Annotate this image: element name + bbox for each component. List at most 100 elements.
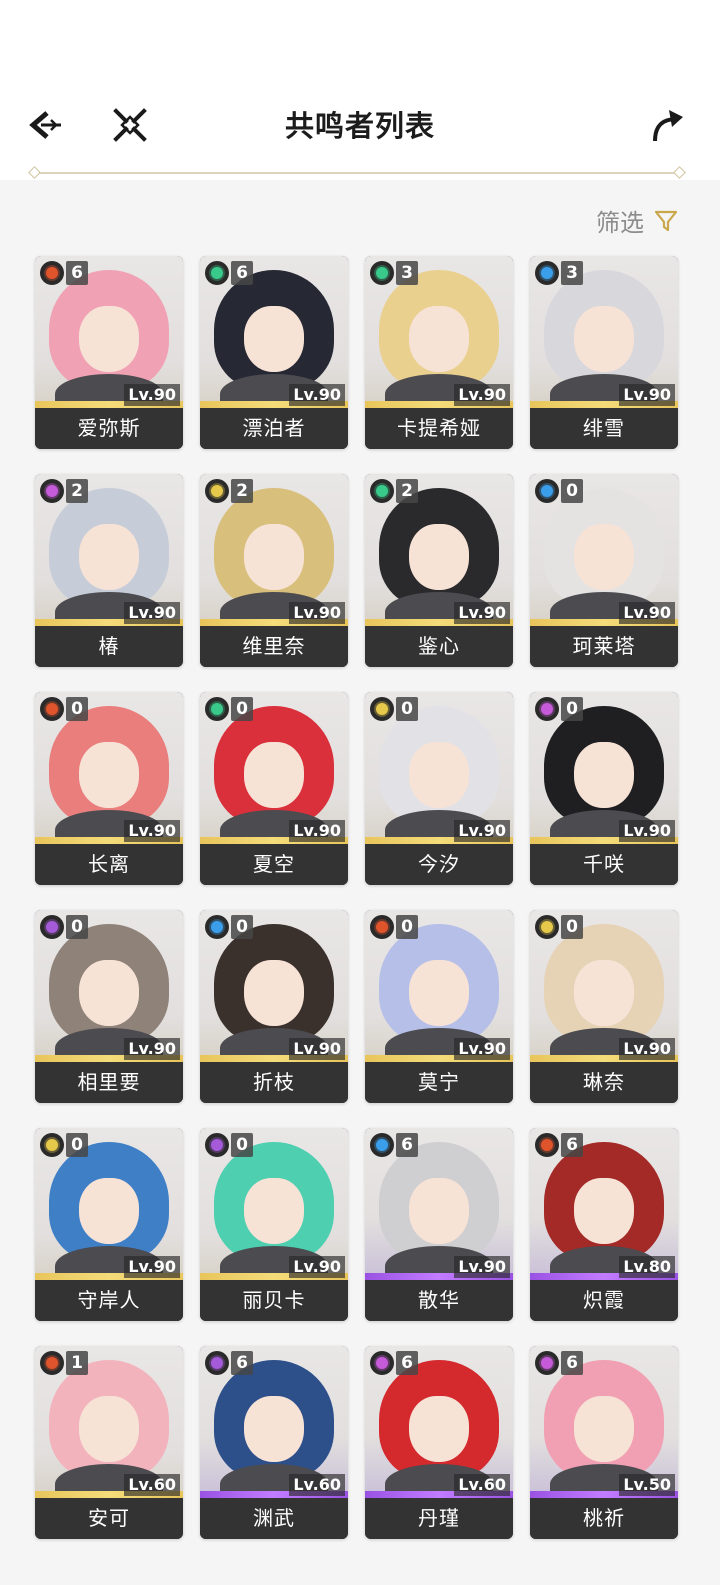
character-card[interactable]: 3 Lv.90 绯雪 bbox=[530, 256, 678, 449]
spectro-element-icon bbox=[40, 1133, 64, 1157]
character-card[interactable]: 6 Lv.90 漂泊者 bbox=[200, 256, 348, 449]
portrait-face bbox=[79, 306, 139, 372]
character-card[interactable]: 1 Lv.60 安可 bbox=[35, 1346, 183, 1539]
level-label: Lv.90 bbox=[454, 1038, 510, 1060]
character-card[interactable]: 0 Lv.90 琳奈 bbox=[530, 910, 678, 1103]
constellation-badge: 0 bbox=[561, 479, 583, 503]
character-card[interactable]: 6 Lv.90 爱弥斯 bbox=[35, 256, 183, 449]
portrait-face bbox=[574, 524, 634, 590]
constellation-badge: 6 bbox=[66, 261, 88, 285]
constellation-badge: 0 bbox=[561, 697, 583, 721]
constellation-badge: 6 bbox=[561, 1133, 583, 1157]
share-button[interactable] bbox=[642, 100, 692, 150]
character-card[interactable]: 0 Lv.90 长离 bbox=[35, 692, 183, 885]
electro-element-icon bbox=[535, 697, 559, 721]
element-dot bbox=[46, 703, 58, 715]
electro-element-icon bbox=[535, 1351, 559, 1375]
fusion-element-icon bbox=[40, 697, 64, 721]
constellation-badge: 0 bbox=[66, 1133, 88, 1157]
character-card[interactable]: 0 Lv.90 丽贝卡 bbox=[200, 1128, 348, 1321]
portrait-face bbox=[409, 960, 469, 1026]
portrait-face bbox=[79, 524, 139, 590]
constellation-badge: 6 bbox=[561, 1351, 583, 1375]
constellation-badge: 0 bbox=[231, 915, 253, 939]
character-card[interactable]: 2 Lv.90 维里奈 bbox=[200, 474, 348, 667]
character-name: 漂泊者 bbox=[200, 408, 348, 449]
level-label: Lv.90 bbox=[619, 820, 675, 842]
aero-element-icon bbox=[370, 479, 394, 503]
portrait-face bbox=[409, 524, 469, 590]
element-dot bbox=[376, 1357, 388, 1369]
level-label: Lv.90 bbox=[289, 820, 345, 842]
aero-element-icon bbox=[370, 261, 394, 285]
fusion-element-icon bbox=[40, 1351, 64, 1375]
portrait-face bbox=[244, 1396, 304, 1462]
element-dot bbox=[46, 921, 58, 933]
element-dot bbox=[211, 921, 223, 933]
element-dot bbox=[541, 267, 553, 279]
level-label: Lv.50 bbox=[619, 1474, 675, 1496]
electro-element-icon bbox=[40, 479, 64, 503]
element-dot bbox=[46, 1139, 58, 1151]
portrait-face bbox=[79, 1396, 139, 1462]
constellation-badge: 6 bbox=[396, 1351, 418, 1375]
element-dot bbox=[541, 921, 553, 933]
electro-element-icon bbox=[370, 1351, 394, 1375]
character-card[interactable]: 0 Lv.90 今汐 bbox=[365, 692, 513, 885]
spectro-element-icon bbox=[370, 697, 394, 721]
character-name: 鉴心 bbox=[365, 626, 513, 667]
character-name: 维里奈 bbox=[200, 626, 348, 667]
level-label: Lv.90 bbox=[454, 820, 510, 842]
character-name: 散华 bbox=[365, 1280, 513, 1321]
constellation-badge: 0 bbox=[231, 1133, 253, 1157]
character-card[interactable]: 6 Lv.50 桃祈 bbox=[530, 1346, 678, 1539]
fusion-element-icon bbox=[535, 1133, 559, 1157]
portrait-face bbox=[79, 960, 139, 1026]
level-label: Lv.60 bbox=[289, 1474, 345, 1496]
character-card[interactable]: 0 Lv.90 相里要 bbox=[35, 910, 183, 1103]
level-label: Lv.90 bbox=[619, 1038, 675, 1060]
character-card[interactable]: 0 Lv.90 夏空 bbox=[200, 692, 348, 885]
glacio-element-icon bbox=[370, 1133, 394, 1157]
level-label: Lv.90 bbox=[289, 1038, 345, 1060]
character-name: 渊武 bbox=[200, 1498, 348, 1539]
character-card[interactable]: 6 Lv.80 炽霞 bbox=[530, 1128, 678, 1321]
element-dot bbox=[376, 267, 388, 279]
element-dot bbox=[211, 1357, 223, 1369]
constellation-badge: 6 bbox=[231, 1351, 253, 1375]
character-name: 安可 bbox=[35, 1498, 183, 1539]
character-card[interactable]: 2 Lv.90 椿 bbox=[35, 474, 183, 667]
character-card[interactable]: 6 Lv.90 散华 bbox=[365, 1128, 513, 1321]
character-card[interactable]: 3 Lv.90 卡提希娅 bbox=[365, 256, 513, 449]
character-card[interactable]: 0 Lv.90 守岸人 bbox=[35, 1128, 183, 1321]
level-label: Lv.80 bbox=[619, 1256, 675, 1278]
constellation-badge: 6 bbox=[231, 261, 253, 285]
character-name: 夏空 bbox=[200, 844, 348, 885]
character-name: 今汐 bbox=[365, 844, 513, 885]
element-dot bbox=[211, 267, 223, 279]
portrait-face bbox=[409, 1396, 469, 1462]
level-label: Lv.90 bbox=[289, 602, 345, 624]
character-card[interactable]: 0 Lv.90 珂莱塔 bbox=[530, 474, 678, 667]
level-label: Lv.60 bbox=[124, 1474, 180, 1496]
portrait-face bbox=[244, 960, 304, 1026]
constellation-badge: 0 bbox=[561, 915, 583, 939]
constellation-badge: 2 bbox=[231, 479, 253, 503]
level-label: Lv.90 bbox=[124, 384, 180, 406]
character-card[interactable]: 0 Lv.90 千咲 bbox=[530, 692, 678, 885]
character-card[interactable]: 0 Lv.90 折枝 bbox=[200, 910, 348, 1103]
portrait-face bbox=[79, 1178, 139, 1244]
character-card[interactable]: 2 Lv.90 鉴心 bbox=[365, 474, 513, 667]
portrait-face bbox=[574, 1396, 634, 1462]
character-card[interactable]: 0 Lv.90 莫宁 bbox=[365, 910, 513, 1103]
resonator-grid: 6 Lv.90 爱弥斯 6 Lv.90 漂泊者 3 Lv.90 卡提希娅 3 Lv.90 绯雪 2 Lv.… bbox=[35, 256, 685, 1539]
character-card[interactable]: 6 Lv.60 丹瑾 bbox=[365, 1346, 513, 1539]
portrait-face bbox=[244, 1178, 304, 1244]
constellation-badge: 1 bbox=[66, 1351, 88, 1375]
portrait-face bbox=[244, 524, 304, 590]
filter-button[interactable]: 筛选 bbox=[596, 203, 678, 238]
havoc-element-icon bbox=[205, 1133, 229, 1157]
element-dot bbox=[541, 1357, 553, 1369]
character-card[interactable]: 6 Lv.60 渊武 bbox=[200, 1346, 348, 1539]
havoc-element-icon bbox=[205, 1351, 229, 1375]
